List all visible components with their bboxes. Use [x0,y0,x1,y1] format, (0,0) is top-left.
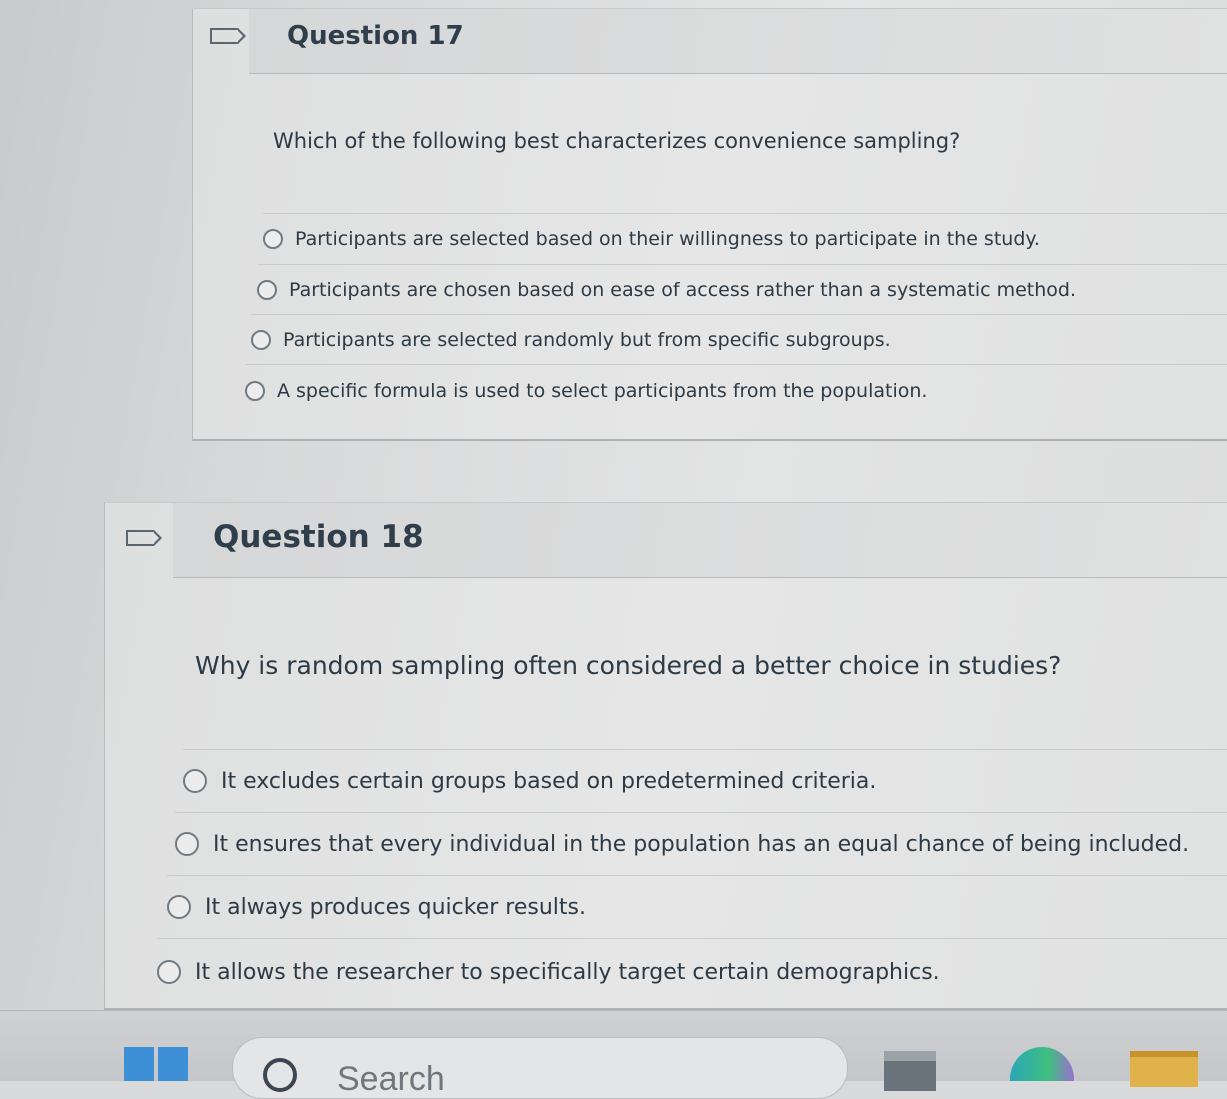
question-title: Question 18 [213,519,424,555]
answer-option[interactable]: It allows the researcher to specifically… [157,938,1227,1005]
flag-icon[interactable] [210,28,246,44]
flag-icon[interactable] [126,530,162,546]
answer-label: Participants are chosen based on ease of… [289,279,1077,301]
answer-option[interactable]: Participants are chosen based on ease of… [257,264,1227,315]
answer-option[interactable]: It always produces quicker results. [167,875,1227,938]
search-icon [263,1058,297,1092]
answer-option[interactable]: Participants are selected based on their… [263,213,1227,264]
radio-button-icon[interactable] [183,769,207,793]
answer-option[interactable]: It ensures that every individual in the … [175,812,1227,875]
taskbar-search-box[interactable]: Search [232,1037,848,1099]
answer-label: It ensures that every individual in the … [213,831,1190,857]
windows-start-icon[interactable] [124,1047,190,1081]
radio-button-icon[interactable] [251,330,271,350]
radio-button-icon[interactable] [175,832,199,856]
answer-label: It allows the researcher to specifically… [195,959,940,985]
answer-label: Participants are selected randomly but f… [283,329,891,351]
question-17-card: Question 17 Which of the following best … [192,8,1227,441]
question-title: Question 17 [287,21,464,51]
question-18-header: Question 18 [173,503,1227,578]
answer-label: It excludes certain groups based on pred… [221,768,877,794]
radio-button-icon[interactable] [167,895,191,919]
question-prompt: Which of the following best characterize… [273,129,961,153]
answer-option[interactable]: Participants are selected randomly but f… [251,314,1227,365]
question-prompt: Why is random sampling often considered … [195,651,1062,680]
edge-browser-icon[interactable] [1010,1047,1074,1081]
taskbar: Search [0,1010,1227,1099]
radio-button-icon[interactable] [157,960,181,984]
answer-label: Participants are selected based on their… [295,228,1040,250]
answer-label: It always produces quicker results. [205,894,586,920]
file-explorer-icon[interactable] [1130,1051,1198,1087]
radio-button-icon[interactable] [263,229,283,249]
radio-button-icon[interactable] [245,381,265,401]
radio-button-icon[interactable] [257,280,277,300]
answer-option[interactable]: A specific formula is used to select par… [245,364,1227,417]
task-view-icon[interactable] [884,1051,936,1091]
quiz-page: Question 17 Which of the following best … [0,0,1227,1010]
question-18-card: Question 18 Why is random sampling often… [104,502,1227,1010]
answer-option[interactable]: It excludes certain groups based on pred… [183,749,1227,812]
question-17-header: Question 17 [249,9,1227,74]
answer-label: A specific formula is used to select par… [277,380,928,402]
